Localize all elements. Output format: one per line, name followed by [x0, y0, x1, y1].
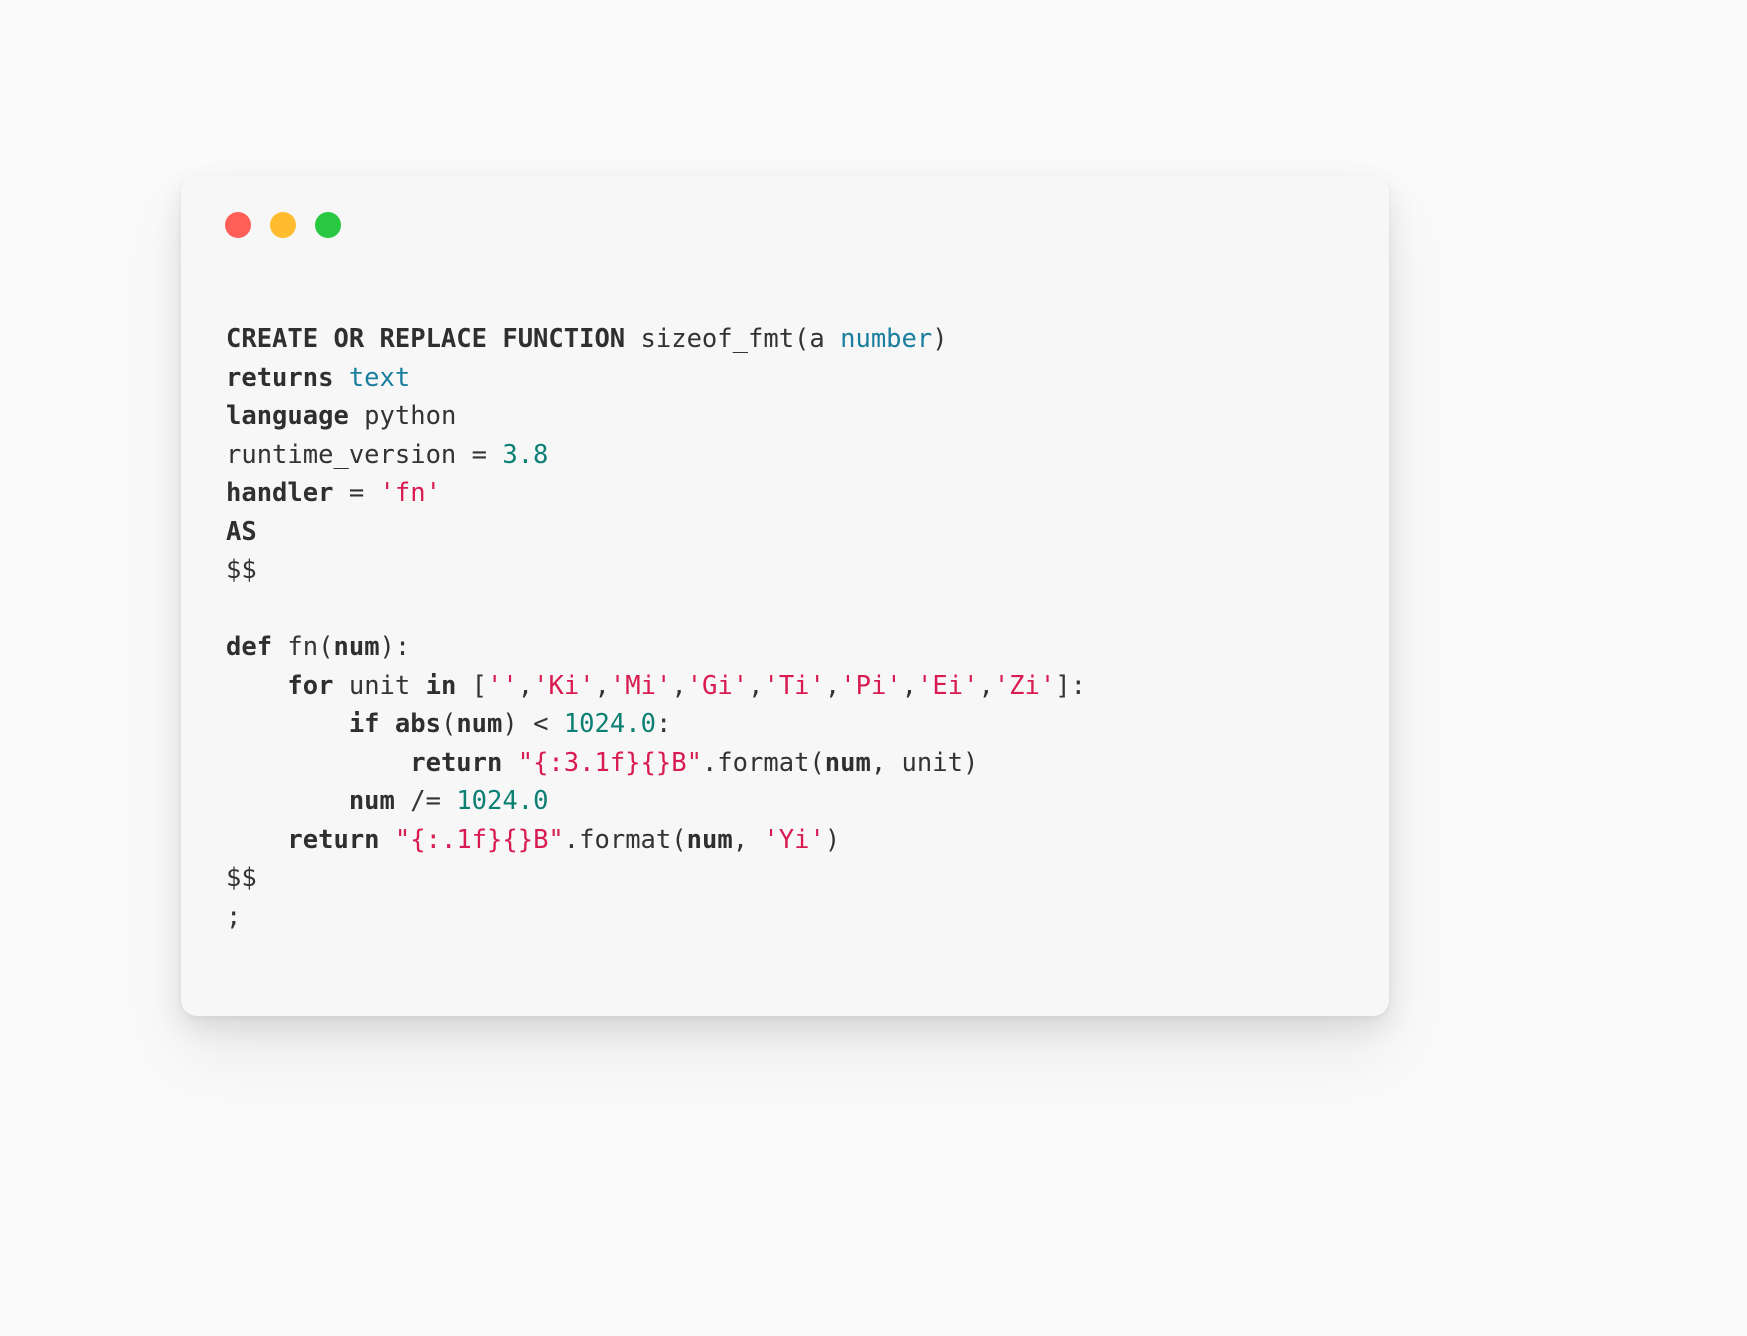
code-token-str: 'Yi' — [763, 824, 825, 855]
code-token-str: 'Ei' — [917, 670, 979, 701]
code-token-type: number — [840, 324, 933, 354]
code-token-plain: python — [348, 401, 457, 431]
code-token-str: '' — [487, 670, 518, 701]
code-token-plain: $$ — [226, 555, 257, 585]
code-token-plain: sizeof_fmt(a — [625, 324, 841, 354]
code-token-str: 'Ki' — [533, 670, 595, 701]
code-line: returns text — [226, 359, 1369, 398]
code-token-plain: fn( — [272, 632, 334, 662]
code-token-num: 1024.0 — [456, 786, 549, 816]
code-line: for unit in ['','Ki','Mi','Gi','Ti','Pi'… — [226, 667, 1369, 706]
code-token-kw: for — [287, 670, 334, 701]
code-window-card: CREATE OR REPLACE FUNCTION sizeof_fmt(a … — [181, 176, 1389, 1016]
code-line: language python — [226, 397, 1369, 436]
code-token-plain: , — [517, 670, 534, 701]
code-token-plain: , — [978, 670, 994, 701]
code-line: handler = 'fn' — [226, 474, 1369, 513]
code-token-plain: ): — [379, 632, 411, 662]
code-token-str: "{:.1f}{}B" — [394, 824, 564, 855]
code-token-kw: in — [425, 670, 457, 701]
code-token-kw: AS — [226, 516, 257, 547]
code-token-str: 'Ti' — [763, 670, 825, 701]
code-token-str: 'Pi' — [840, 670, 902, 701]
code-token-kw: handler — [226, 478, 334, 508]
code-token-kw: if — [348, 709, 380, 739]
code-token-kw: def — [226, 632, 273, 662]
code-token-plain: ) — [824, 824, 841, 855]
code-line: def fn(num): — [226, 628, 1369, 667]
code-token-num: 1024.0 — [563, 709, 656, 739]
code-token-plain: ]: — [1055, 670, 1086, 701]
code-line: num /= 1024.0 — [226, 782, 1369, 821]
code-token-plain: [ — [456, 670, 488, 701]
code-line: CREATE OR REPLACE FUNCTION sizeof_fmt(a … — [226, 320, 1369, 359]
code-token-plain: , — [594, 670, 610, 701]
code-token-type: text — [348, 362, 411, 393]
code-line: return "{:.1f}{}B".format(num, 'Yi') — [226, 821, 1369, 860]
code-token-kw: return — [287, 824, 380, 855]
code-token-bold: num — [824, 747, 871, 778]
screenshot-stage: CREATE OR REPLACE FUNCTION sizeof_fmt(a … — [0, 0, 1747, 1336]
code-token-str: 'Gi' — [686, 670, 749, 701]
code-token-str: 'Zi' — [993, 670, 1056, 701]
code-token-plain: .format( — [701, 747, 825, 778]
code-token-plain: runtime_version = — [226, 439, 503, 470]
code-token-plain: , — [748, 670, 764, 701]
code-token-plain: : — [655, 709, 672, 739]
code-token-bold: num — [456, 709, 503, 739]
code-token-plain: unit — [333, 670, 426, 701]
window-titlebar — [225, 212, 341, 238]
code-line: runtime_version = 3.8 — [226, 436, 1369, 475]
code-token-str: 'Mi' — [609, 670, 672, 701]
code-token-plain: , unit) — [870, 747, 979, 778]
code-token-kw: CREATE OR REPLACE FUNCTION — [226, 324, 626, 354]
code-token-bold: num — [333, 632, 380, 662]
code-line: return "{:3.1f}{}B".format(num, unit) — [226, 744, 1369, 783]
code-token-plain: ) — [932, 324, 948, 354]
code-token-plain: ( — [440, 709, 457, 739]
code-token-kw: returns — [226, 362, 334, 393]
code-token-plain: , — [901, 670, 918, 701]
code-token-kw: language — [226, 401, 349, 431]
code-token-bold: abs — [394, 709, 441, 739]
code-token-plain: .format( — [563, 824, 687, 855]
code-token-plain: ; — [226, 901, 242, 932]
maximize-window-icon[interactable] — [315, 212, 341, 238]
code-token-bold: num — [686, 824, 733, 855]
code-token-plain: ) < — [502, 709, 564, 739]
code-line: $$ — [226, 551, 1369, 590]
code-line: if abs(num) < 1024.0: — [226, 705, 1369, 744]
code-line: ; — [226, 898, 1369, 937]
code-block[interactable]: CREATE OR REPLACE FUNCTION sizeof_fmt(a … — [226, 320, 1369, 936]
code-token-plain: , — [732, 824, 764, 855]
code-line: AS — [226, 513, 1369, 552]
code-token-plain: $$ — [226, 863, 257, 893]
code-token-plain: , — [824, 670, 841, 701]
code-token-plain: = — [333, 478, 380, 508]
code-token-plain: /= — [394, 786, 457, 816]
code-token-num: 3.8 — [502, 439, 549, 470]
code-token-str: 'fn' — [379, 478, 441, 508]
close-window-icon[interactable] — [225, 212, 251, 238]
code-line: $$ — [226, 859, 1369, 898]
code-token-kw: return — [410, 747, 503, 778]
code-token-plain: , — [671, 670, 687, 701]
code-token-str: "{:3.1f}{}B" — [517, 747, 702, 778]
code-token-bold: num — [348, 786, 395, 816]
minimize-window-icon[interactable] — [270, 212, 296, 238]
